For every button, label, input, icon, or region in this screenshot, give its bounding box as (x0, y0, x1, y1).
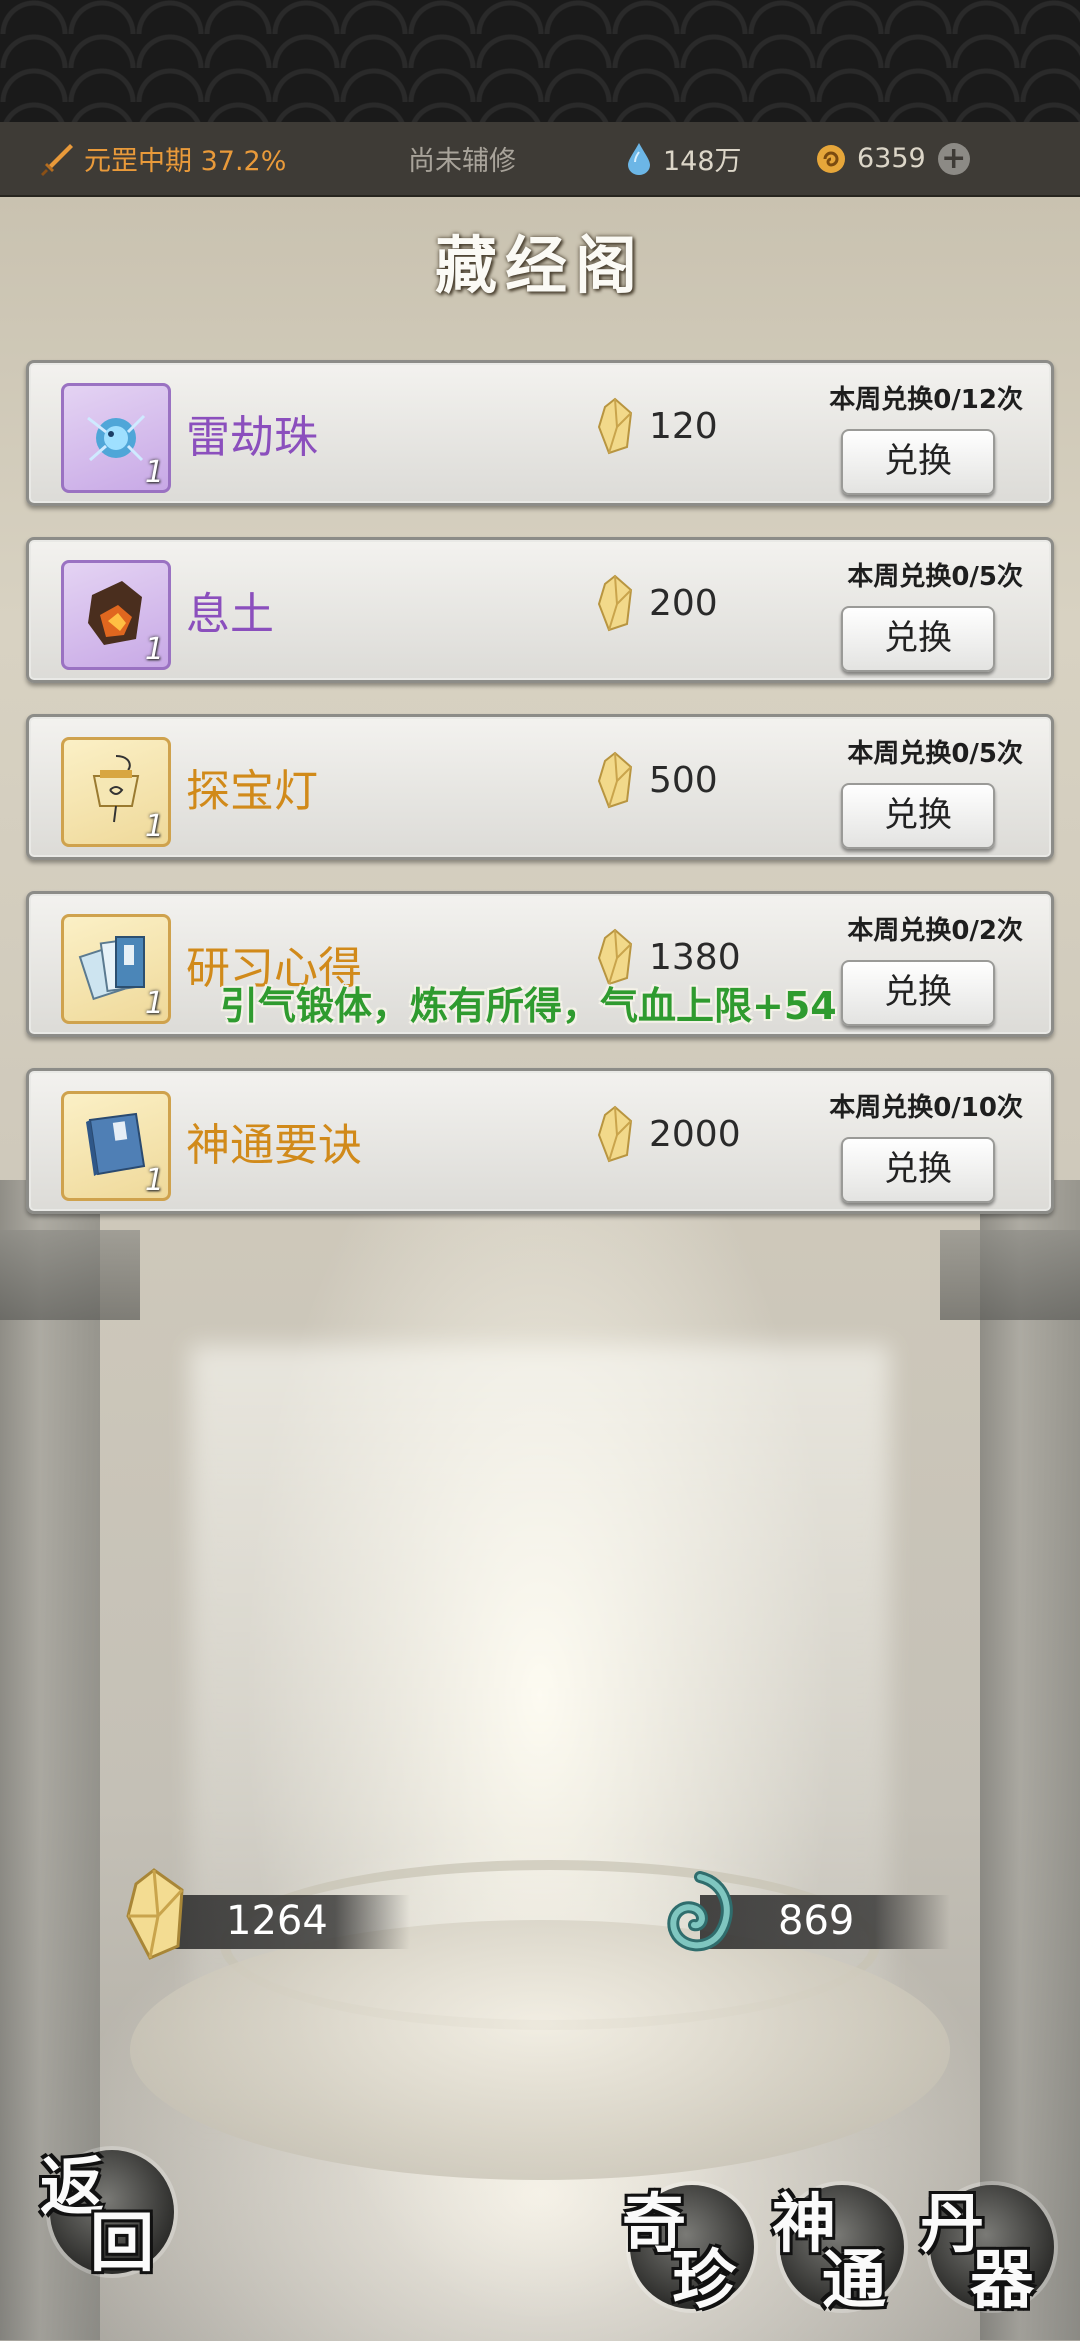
skill-button-char-2: 通 (822, 2243, 886, 2318)
soil-rock-icon (88, 581, 142, 645)
item-price: 500 (595, 751, 718, 809)
item-name: 神通要诀 (186, 1120, 362, 1171)
shop-item: 1 神通要诀 2000 本周兑换0/10次 兑换 (26, 1068, 1054, 1214)
coin-value: 6359 (857, 143, 926, 174)
weekly-limit: 本周兑换0/2次 (847, 916, 1023, 946)
treasure-button[interactable]: 奇 珍 (622, 2185, 754, 2318)
item-icon-frame[interactable]: 1 (61, 914, 171, 1024)
spirit-swirl-icon (667, 1871, 733, 1952)
price-value: 500 (649, 759, 718, 801)
item-price: 2000 (595, 1105, 741, 1163)
elixir-button[interactable]: 丹 器 (920, 2185, 1054, 2318)
exchange-button[interactable]: 兑换 (841, 1137, 995, 1203)
assist-stat[interactable]: 尚未辅修 (408, 122, 516, 195)
weekly-limit: 本周兑换0/5次 (847, 562, 1023, 592)
skill-button[interactable]: 神 通 (772, 2185, 904, 2318)
item-icon-frame[interactable]: 1 (61, 383, 171, 493)
treasure-button-char-2: 珍 (672, 2243, 736, 2318)
item-name: 息土 (186, 589, 274, 640)
exchange-button[interactable]: 兑换 (841, 783, 995, 849)
coin-icon (817, 144, 845, 173)
price-value: 120 (649, 405, 718, 447)
exchange-button[interactable]: 兑换 (841, 960, 995, 1026)
study-notes-icon (78, 936, 145, 1001)
back-button-char-2: 回 (90, 2206, 154, 2281)
right-pillar (980, 1180, 1080, 2340)
treasure-lamp-icon (92, 755, 140, 823)
item-quantity: 1 (144, 455, 164, 490)
crystal-icon (597, 751, 633, 809)
spirit-balance-value: 869 (778, 1898, 855, 1944)
crystal-icon (126, 1868, 184, 1960)
elixir-button-char-2: 器 (970, 2243, 1034, 2318)
exchange-button[interactable]: 兑换 (841, 606, 995, 672)
item-quantity: 1 (144, 632, 164, 667)
thunder-orb-icon (87, 414, 146, 462)
floating-buff-message: 引气锻体，炼有所得，气血上限+54 (220, 984, 837, 1028)
weekly-limit: 本周兑换0/5次 (847, 739, 1023, 769)
item-quantity: 1 (144, 1163, 164, 1198)
item-price: 120 (595, 397, 718, 455)
exchange-button[interactable]: 兑换 (841, 429, 995, 495)
realm-stat[interactable]: 元罡中期 37.2% (40, 122, 286, 195)
price-value: 2000 (649, 1113, 741, 1155)
crystal-icon (597, 574, 633, 632)
sword-icon (41, 143, 73, 176)
weekly-limit: 本周兑换0/12次 (829, 385, 1023, 415)
assist-text: 尚未辅修 (408, 146, 516, 177)
shop-item: 1 息土 200 本周兑换0/5次 兑换 (26, 537, 1054, 683)
item-icon-frame[interactable]: 1 (61, 1091, 171, 1201)
crystal-icon (597, 397, 633, 455)
price-value: 1380 (649, 936, 741, 978)
altar (130, 1920, 950, 2180)
item-quantity: 1 (144, 809, 164, 844)
coin-stat: 6359 + (815, 122, 970, 195)
status-bar: 元罡中期 37.2% 尚未辅修 148万 6359 + (0, 122, 1080, 197)
spirit-balance: 869 (660, 1871, 950, 1957)
item-price: 200 (595, 574, 718, 632)
top-decoration (0, 0, 1080, 122)
weekly-limit: 本周兑换0/10次 (829, 1093, 1023, 1123)
crystal-balance-value: 1264 (226, 1898, 328, 1944)
shop-list: 1 雷劫珠 120 本周兑换0/12次 兑换 1 息土 200 本周兑换0/5次… (26, 360, 1054, 1245)
water-drop-icon (628, 142, 650, 175)
shop-item: 1 探宝灯 500 本周兑换0/5次 兑换 (26, 714, 1054, 860)
item-name: 探宝灯 (186, 766, 318, 817)
spirit-stone-value: 148万 (663, 146, 742, 177)
shop-item: 1 雷劫珠 120 本周兑换0/12次 兑换 (26, 360, 1054, 506)
realm-text: 元罡中期 37.2% (84, 146, 287, 177)
add-coin-button[interactable]: + (937, 142, 970, 175)
item-name: 雷劫珠 (186, 412, 318, 463)
spirit-stone-stat: 148万 (625, 122, 742, 195)
item-icon-frame[interactable]: 1 (61, 560, 171, 670)
crystal-icon (597, 1105, 633, 1163)
item-icon-frame[interactable]: 1 (61, 737, 171, 847)
price-value: 200 (649, 582, 718, 624)
crystal-balance: 1264 (120, 1868, 410, 1960)
item-quantity: 1 (144, 986, 164, 1021)
scripture-book-icon (86, 1112, 146, 1176)
page-title: 藏经阁 (434, 229, 645, 302)
back-button[interactable]: 返 回 (40, 2150, 174, 2281)
